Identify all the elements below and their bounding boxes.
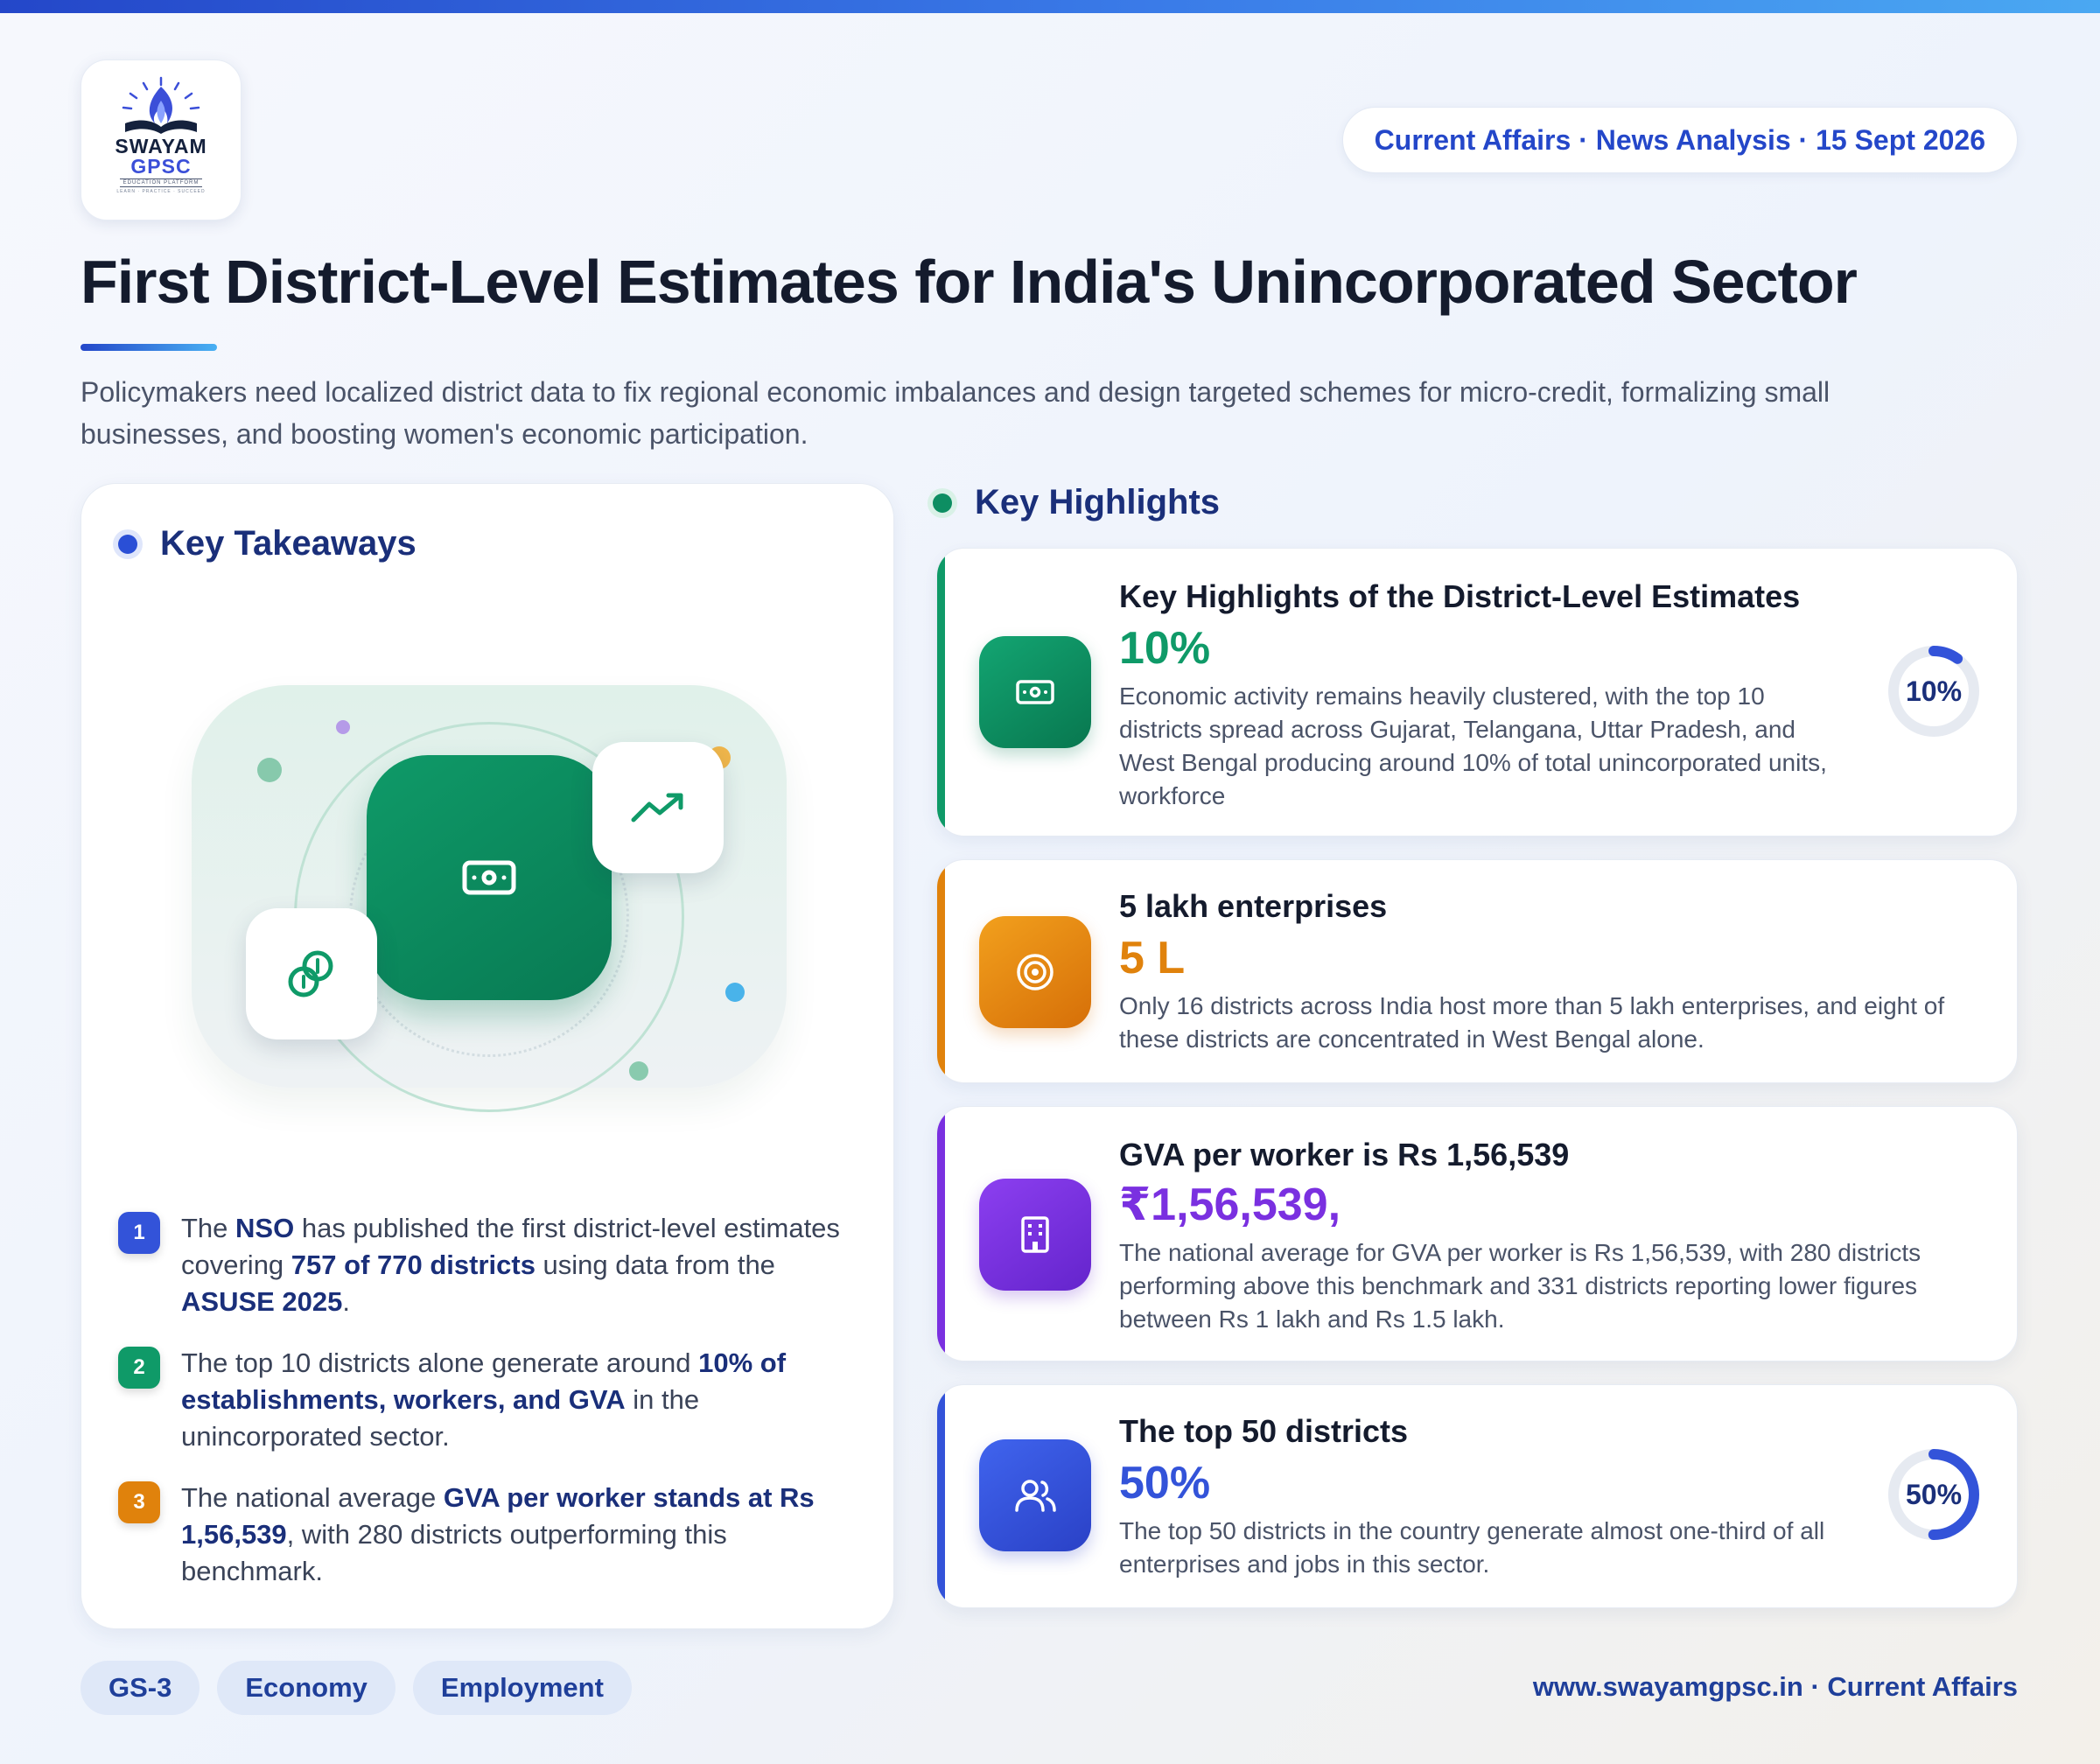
highlight-value: 10%	[1119, 623, 1211, 674]
takeaway-text-part: The	[181, 1213, 236, 1243]
bullet-dot-icon	[933, 493, 952, 513]
banknote-icon	[1016, 680, 1054, 704]
key-highlights-heading-text: Key Highlights	[975, 483, 1221, 522]
takeaway-emphasis: 757 of 770 districts	[290, 1250, 536, 1280]
footer-website-link[interactable]: www.swayamgpsc.in · Current Affairs	[1533, 1671, 2018, 1703]
highlight-description: Only 16 districts across India host more…	[1119, 992, 1945, 1053]
bullet-dot-icon	[118, 534, 137, 554]
takeaway-item: 3 The national average GVA per worker sta…	[118, 1480, 853, 1590]
card-accent-bar	[937, 1107, 945, 1361]
key-takeaways-heading: Key Takeaways	[118, 524, 416, 564]
target-icon	[1017, 954, 1054, 990]
building-icon	[1021, 1216, 1049, 1253]
highlight-icon-tile	[979, 1439, 1091, 1551]
takeaway-text-part: .	[342, 1286, 351, 1317]
highlight-title: The top 50 districts	[1119, 1413, 1409, 1449]
users-icon	[1015, 1480, 1056, 1512]
logo-motto: LEARN · PRACTICE · SUCCEED	[116, 189, 206, 194]
takeaways-list: 1 The NSO has published the first distric…	[118, 1210, 853, 1614]
takeaway-emphasis: ASUSE 2025	[181, 1286, 343, 1317]
highlight-title: GVA per worker is Rs 1,56,539	[1119, 1137, 1570, 1172]
logo-text-swayam: SWAYAM	[115, 135, 207, 158]
date-pill: Current Affairs · News Analysis · 15 Sep…	[1341, 107, 2018, 173]
takeaway-text-part: The top 10 districts alone generate arou…	[181, 1348, 699, 1378]
page-subtitle: Policymakers need localized district dat…	[80, 376, 1830, 450]
highlight-card: GVA per worker is Rs 1,56,539 ₹1,56,539,…	[936, 1106, 2018, 1362]
highlight-icon-tile	[979, 636, 1091, 748]
highlight-card: The top 50 districts 50% The top 50 dist…	[936, 1384, 2018, 1608]
swayam-gpsc-logo[interactable]: SWAYAM GPSC EDUCATION PLATFORM LEARN · P…	[80, 60, 242, 220]
highlight-description: Economic activity remains heavily cluste…	[1119, 682, 1827, 809]
takeaway-text: The national average GVA per worker stan…	[181, 1480, 853, 1590]
logo-tagline: EDUCATION PLATFORM	[119, 178, 203, 187]
title-underline	[80, 344, 217, 351]
highlight-card: 5 lakh enterprises 5 L Only 16 districts…	[936, 859, 2018, 1083]
takeaway-text: The NSO has published the first district…	[181, 1210, 853, 1320]
banknote-tile	[367, 755, 612, 1000]
highlight-description: The national average for GVA per worker …	[1119, 1239, 1922, 1333]
page-title: First District-Level Estimates for India…	[80, 248, 1858, 316]
banknote-icon	[462, 860, 516, 895]
takeaway-number-badge: 1	[118, 1212, 160, 1254]
tag-gs3[interactable]: GS-3	[80, 1661, 200, 1715]
donut-label: 50%	[1905, 1478, 1963, 1510]
decor-bubble	[725, 983, 745, 1002]
percent-donut: 50%	[1886, 1446, 1982, 1543]
key-takeaways-heading-text: Key Takeaways	[160, 524, 416, 563]
highlight-description: The top 50 districts in the country gene…	[1119, 1517, 1825, 1578]
trend-tile	[592, 742, 724, 873]
key-takeaways-card: Key Takeaways 1 The NSO has published th…	[80, 483, 894, 1629]
donut-label: 10%	[1905, 675, 1963, 707]
coins-tile	[246, 908, 377, 1040]
economy-illustration	[192, 685, 787, 1112]
logo-text-gpsc: GPSC	[130, 155, 192, 178]
key-highlights-heading: Key Highlights	[933, 483, 1220, 522]
takeaway-item: 1 The NSO has published the first distric…	[118, 1210, 853, 1320]
highlight-value: 50%	[1119, 1458, 1211, 1508]
decor-bubble	[629, 1061, 648, 1081]
tag-economy[interactable]: Economy	[217, 1661, 396, 1715]
takeaway-text-part: The national average	[181, 1482, 444, 1513]
decor-bubble	[336, 720, 350, 734]
takeaway-number-badge: 3	[118, 1481, 160, 1523]
card-accent-bar	[937, 860, 945, 1082]
top-accent-bar	[0, 0, 2100, 13]
card-accent-bar	[937, 549, 945, 836]
coins-icon	[288, 950, 333, 998]
highlight-value: 5 L	[1119, 933, 1186, 984]
flame-book-logo-icon	[122, 76, 200, 134]
takeaway-item: 2 The top 10 districts alone generate aro…	[118, 1345, 853, 1455]
takeaway-number-badge: 2	[118, 1347, 160, 1389]
trending-up-icon	[631, 793, 683, 822]
takeaway-text: The top 10 districts alone generate arou…	[181, 1345, 853, 1455]
highlight-icon-tile	[979, 1179, 1091, 1291]
highlight-title: 5 lakh enterprises	[1119, 888, 1388, 924]
highlight-icon-tile	[979, 916, 1091, 1028]
highlight-title: Key Highlights of the District-Level Est…	[1119, 578, 1801, 614]
tag-employment[interactable]: Employment	[412, 1661, 632, 1715]
percent-donut: 10%	[1886, 643, 1982, 739]
decor-bubble	[257, 758, 282, 782]
takeaway-emphasis: NSO	[235, 1213, 295, 1243]
highlight-card: Key Highlights of the District-Level Est…	[936, 548, 2018, 836]
highlight-value: ₹1,56,539,	[1119, 1180, 1341, 1230]
topic-tags: GS-3 Economy Employment	[80, 1661, 649, 1715]
card-accent-bar	[937, 1385, 945, 1607]
takeaway-text-part: using data from the	[535, 1250, 775, 1280]
